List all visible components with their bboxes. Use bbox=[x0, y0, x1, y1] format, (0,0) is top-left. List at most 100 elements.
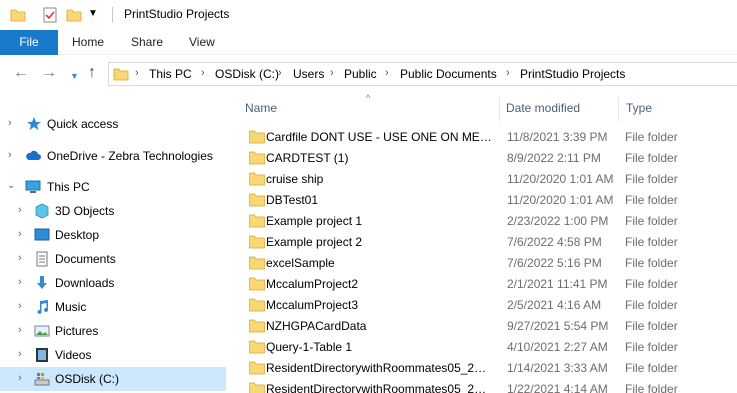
title-bar: ▼ PrintStudio Projects bbox=[0, 0, 737, 30]
nav-item-this-pc[interactable]: ⌄ This PC bbox=[0, 175, 226, 199]
file-name: excelSample bbox=[266, 256, 335, 270]
breadcrumb-public-documents[interactable]: Public Documents bbox=[400, 67, 497, 81]
properties-icon[interactable] bbox=[42, 7, 58, 23]
file-name: DBTest01 bbox=[266, 193, 319, 207]
file-date-modified: 11/8/2021 3:39 PM bbox=[507, 130, 608, 144]
breadcrumb-users[interactable]: Users bbox=[293, 67, 324, 81]
sort-ascending-icon: ^ bbox=[366, 93, 371, 103]
nav-item-downloads[interactable]: › Downloads bbox=[0, 271, 226, 295]
expand-chevron-icon[interactable]: › bbox=[18, 204, 22, 216]
breadcrumb-osdisk[interactable]: OSDisk (C:) bbox=[215, 67, 279, 81]
column-divider[interactable] bbox=[618, 97, 619, 121]
nav-label: 3D Objects bbox=[55, 204, 115, 218]
breadcrumb-chevron-icon[interactable]: › bbox=[506, 67, 510, 79]
expand-chevron-icon[interactable]: › bbox=[18, 372, 22, 384]
tab-view[interactable]: View bbox=[189, 30, 215, 55]
expand-chevron-icon[interactable]: › bbox=[8, 149, 12, 161]
file-type: File folder bbox=[625, 172, 678, 186]
file-type: File folder bbox=[625, 214, 678, 228]
file-row[interactable]: ResidentDirectorywithRoommates05_21_... 1… bbox=[240, 358, 737, 379]
folder-icon bbox=[249, 382, 265, 393]
file-type: File folder bbox=[625, 298, 678, 312]
tab-share[interactable]: Share bbox=[131, 30, 163, 55]
file-row[interactable]: NZHGPACardData 9/27/2021 5:54 PM File fold… bbox=[240, 316, 737, 337]
file-type: File folder bbox=[625, 277, 678, 291]
file-type: File folder bbox=[625, 256, 678, 270]
music-icon bbox=[37, 300, 48, 314]
file-name: NZHGPACardData bbox=[266, 319, 367, 333]
column-header-date-modified[interactable]: Date modified bbox=[506, 101, 580, 115]
file-row[interactable]: MccalumProject2 2/1/2021 11:41 PM File fol… bbox=[240, 274, 737, 295]
expand-chevron-icon[interactable]: › bbox=[18, 324, 22, 336]
file-row[interactable]: Example project 2 7/6/2022 4:58 PM File fo… bbox=[240, 232, 737, 253]
file-row[interactable]: CARDTEST (1) 8/9/2022 2:11 PM File folder bbox=[240, 148, 737, 169]
file-row[interactable]: MccalumProject3 2/5/2021 4:16 AM File fold… bbox=[240, 295, 737, 316]
file-name: Example project 2 bbox=[266, 235, 363, 249]
expand-chevron-icon[interactable]: › bbox=[18, 228, 22, 240]
expand-chevron-icon[interactable]: › bbox=[18, 300, 22, 312]
file-row[interactable]: Query-1-Table 1 4/10/2021 2:27 AM File fol… bbox=[240, 337, 737, 358]
nav-item-pictures[interactable]: › Pictures bbox=[0, 319, 226, 343]
expand-chevron-icon[interactable]: › bbox=[18, 348, 22, 360]
file-list: ^ Name Date modified Type Cardfile DONT … bbox=[240, 93, 737, 393]
window-title: PrintStudio Projects bbox=[124, 7, 230, 21]
customize-dropdown-icon[interactable]: ▼ bbox=[88, 8, 98, 19]
breadcrumb-printstudio-projects[interactable]: PrintStudio Projects bbox=[520, 67, 625, 81]
file-row[interactable]: excelSample 7/6/2022 5:16 PM File folder bbox=[240, 253, 737, 274]
recent-locations-chevron-icon[interactable]: ▼ bbox=[70, 68, 79, 84]
nav-item-onedrive[interactable]: › OneDrive - Zebra Technologies bbox=[0, 144, 226, 168]
back-arrow-icon[interactable]: ← bbox=[13, 65, 29, 81]
folder-icon bbox=[113, 68, 129, 81]
file-date-modified: 9/27/2021 5:54 PM bbox=[507, 319, 609, 333]
nav-item-desktop[interactable]: › Desktop bbox=[0, 223, 226, 247]
nav-item-3d-objects[interactable]: › 3D Objects bbox=[0, 199, 226, 223]
file-row[interactable]: Cardfile DONT USE - USE ONE ON MEMB... 11… bbox=[240, 127, 737, 148]
file-row[interactable]: cruise ship 11/20/2020 1:01 AM File folder bbox=[240, 169, 737, 190]
column-header-name[interactable]: Name bbox=[245, 101, 277, 115]
file-row[interactable]: DBTest01 11/20/2020 1:01 AM File folder bbox=[240, 190, 737, 211]
file-name: Query-1-Table 1 bbox=[266, 340, 353, 354]
tab-file[interactable]: File bbox=[0, 30, 58, 55]
collapse-chevron-icon[interactable]: ⌄ bbox=[7, 180, 15, 191]
nav-item-music[interactable]: › Music bbox=[0, 295, 226, 319]
file-date-modified: 2/23/2022 1:00 PM bbox=[507, 214, 609, 228]
breadcrumb-chevron-icon[interactable]: › bbox=[135, 67, 139, 79]
nav-item-videos[interactable]: › Videos bbox=[0, 343, 226, 367]
folder-icon bbox=[249, 298, 265, 312]
expand-chevron-icon[interactable]: › bbox=[18, 276, 22, 288]
folder-icon bbox=[249, 340, 265, 354]
file-name: ResidentDirectorywithRoommates05_21_... bbox=[266, 361, 492, 375]
folder-icon[interactable] bbox=[10, 7, 26, 23]
breadcrumb-public[interactable]: Public bbox=[344, 67, 377, 81]
breadcrumb-this-pc[interactable]: This PC bbox=[149, 67, 192, 81]
nav-label: Downloads bbox=[55, 276, 115, 290]
file-date-modified: 11/20/2020 1:01 AM bbox=[507, 172, 614, 186]
file-name: cruise ship bbox=[266, 172, 324, 186]
folder-icon bbox=[249, 277, 265, 291]
column-header-type[interactable]: Type bbox=[626, 101, 652, 115]
file-row[interactable]: Example project 1 2/23/2022 1:00 PM File f… bbox=[240, 211, 737, 232]
breadcrumb-chevron-icon[interactable]: › bbox=[201, 67, 205, 79]
expand-chevron-icon[interactable]: › bbox=[8, 117, 12, 129]
file-row[interactable]: ResidentDirectorywithRoommates05_21_... 1… bbox=[240, 379, 737, 393]
file-name: MccalumProject3 bbox=[266, 298, 359, 312]
breadcrumb-chevron-icon[interactable]: › bbox=[330, 67, 334, 79]
folder-icon bbox=[249, 193, 265, 207]
up-arrow-icon[interactable]: ↑ bbox=[88, 65, 96, 81]
breadcrumb-chevron-icon[interactable]: › bbox=[385, 67, 389, 79]
column-divider[interactable] bbox=[499, 97, 500, 121]
nav-item-documents[interactable]: › Documents bbox=[0, 247, 226, 271]
cube-icon bbox=[35, 203, 49, 219]
expand-chevron-icon[interactable]: › bbox=[18, 252, 22, 264]
new-folder-icon[interactable] bbox=[66, 7, 82, 23]
address-bar[interactable]: › This PC › OSDisk (C:) › Users › Public… bbox=[108, 62, 737, 86]
file-date-modified: 11/20/2020 1:01 AM bbox=[507, 193, 614, 207]
nav-item-quick-access[interactable]: › Quick access bbox=[0, 112, 226, 136]
tab-home[interactable]: Home bbox=[72, 30, 104, 55]
nav-label: Quick access bbox=[47, 117, 119, 131]
breadcrumb-chevron-icon[interactable]: › bbox=[278, 67, 282, 79]
file-date-modified: 2/5/2021 4:16 AM bbox=[507, 298, 602, 312]
nav-item-osdisk[interactable]: › OSDisk (C:) bbox=[0, 367, 226, 391]
computer-icon bbox=[25, 180, 41, 193]
forward-arrow-icon[interactable]: → bbox=[41, 65, 57, 81]
